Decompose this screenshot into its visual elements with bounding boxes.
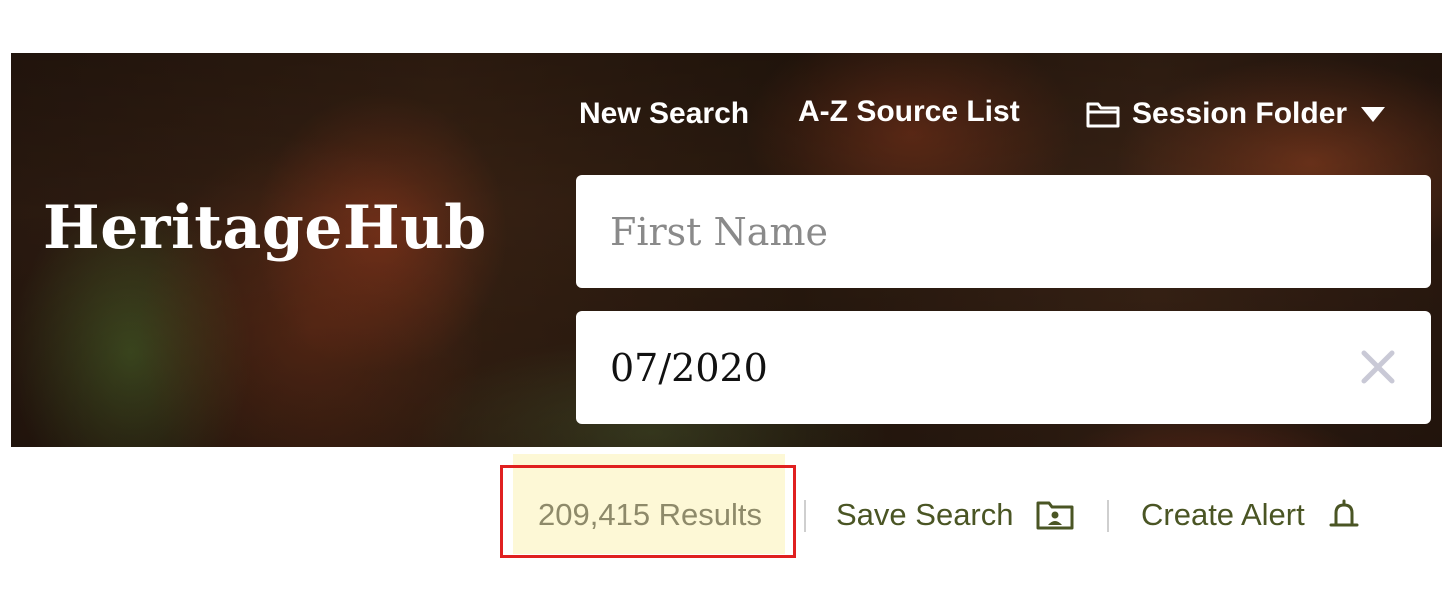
divider <box>804 500 806 532</box>
caret-down-icon <box>1361 107 1386 122</box>
bell-icon <box>1329 499 1359 527</box>
session-folder-menu[interactable]: Session Folder <box>1086 97 1387 131</box>
new-search-link[interactable]: New Search <box>579 97 749 131</box>
save-search-button[interactable]: Save Search <box>836 497 1074 533</box>
create-alert-label: Create Alert <box>1141 497 1305 532</box>
first-name-input[interactable] <box>610 175 1340 288</box>
search-page: HeritageHub New Search A-Z Source List S… <box>0 0 1456 593</box>
date-field <box>576 311 1431 424</box>
folder-icon <box>1086 102 1120 128</box>
date-input[interactable] <box>610 311 1340 424</box>
first-name-field <box>576 175 1431 288</box>
top-navigation: New Search A-Z Source List Session Folde… <box>11 93 1442 133</box>
results-count: 209,415 Results <box>538 497 763 532</box>
save-search-label: Save Search <box>836 497 1014 532</box>
session-folder-label: Session Folder <box>1132 97 1348 130</box>
create-alert-button[interactable]: Create Alert <box>1141 497 1361 533</box>
close-icon[interactable] <box>1359 348 1397 386</box>
hero-banner: HeritageHub New Search A-Z Source List S… <box>11 53 1442 447</box>
az-source-list-link[interactable]: A-Z Source List <box>798 95 1020 129</box>
divider <box>1107 500 1109 532</box>
brand-logo[interactable]: HeritageHub <box>43 193 487 263</box>
folder-user-icon <box>1036 501 1073 530</box>
